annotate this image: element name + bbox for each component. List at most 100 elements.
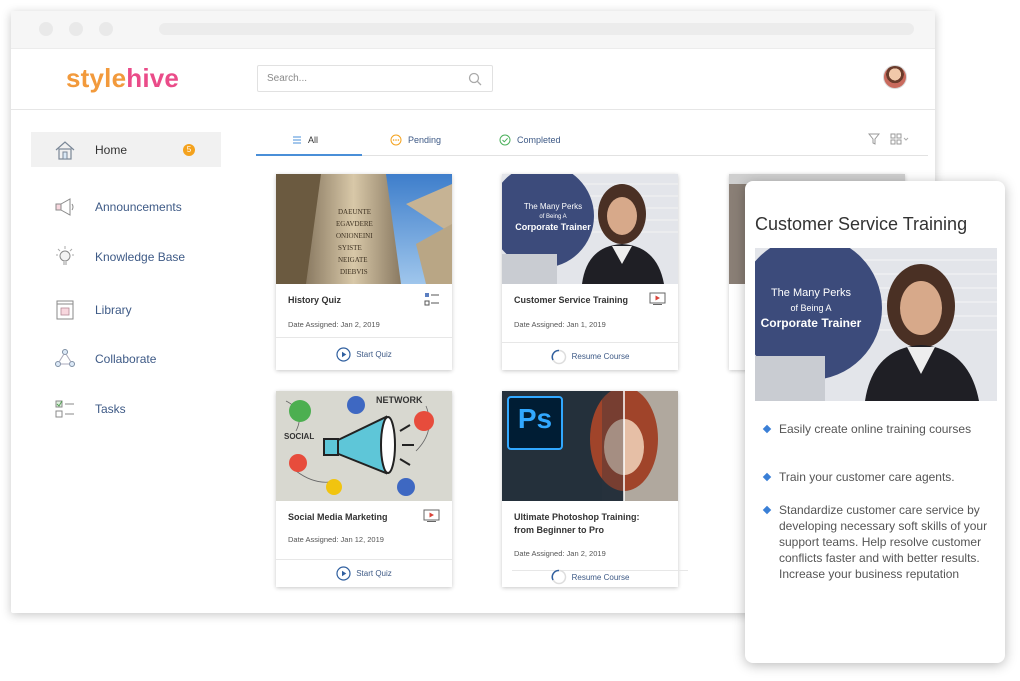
user-avatar[interactable] — [883, 65, 907, 89]
tab-all[interactable]: All — [292, 123, 318, 156]
date-assigned: Date Assigned: Jan 2, 2019 — [288, 320, 380, 329]
megaphone-icon — [53, 195, 77, 219]
list-icon — [292, 135, 302, 145]
svg-text:DIEBVIS: DIEBVIS — [340, 268, 368, 276]
start-quiz-button[interactable]: Start Quiz — [276, 560, 452, 587]
svg-text:NETWORK: NETWORK — [376, 395, 423, 405]
date-value: Jan 1, 2019 — [566, 320, 606, 329]
window-dot-minimize[interactable] — [69, 22, 83, 36]
address-bar[interactable] — [159, 23, 914, 35]
bullet-diamond-icon — [762, 505, 772, 515]
feature-bullet: Standardize customer care service by dev… — [762, 502, 994, 582]
active-tab-indicator — [256, 154, 362, 156]
sidebar-item-tasks[interactable]: Tasks — [31, 391, 221, 426]
home-icon — [53, 138, 77, 162]
date-value: Jan 12, 2019 — [340, 535, 384, 544]
pending-icon — [390, 134, 402, 146]
date-assigned: Date Assigned: Jan 1, 2019 — [514, 320, 606, 329]
sidebar-item-collaborate[interactable]: Collaborate — [31, 341, 221, 376]
svg-text:DAEUNTE: DAEUNTE — [338, 208, 371, 216]
course-title: Customer Service Training — [514, 295, 629, 305]
svg-text:EGAVDERE: EGAVDERE — [336, 220, 373, 228]
bullet-diamond-icon — [762, 472, 772, 482]
window-dot-close[interactable] — [39, 22, 53, 36]
course-title: Ultimate Photoshop Training: from Beginn… — [514, 512, 640, 535]
play-circle-icon — [336, 346, 351, 362]
feature-bullet: Train your customer care agents. — [762, 469, 994, 485]
svg-text:NEIGATE: NEIGATE — [338, 256, 368, 264]
svg-text:ONIONEINI: ONIONEINI — [336, 232, 373, 240]
course-title: Social Media Marketing — [288, 512, 388, 522]
filter-icon[interactable] — [867, 132, 881, 150]
browser-titlebar — [11, 11, 935, 49]
logo-part-style: style — [66, 63, 127, 93]
tab-label: All — [308, 134, 319, 145]
course-detail-popup: Customer Service Training The Many Perks… — [745, 181, 1005, 663]
sidebar-item-label: Announcements — [95, 199, 182, 214]
sidebar-item-announcements[interactable]: Announcements — [31, 189, 221, 224]
thumbnail-caption: The Many Perks of Being A Corporate Trai… — [515, 202, 591, 232]
sidebar-item-label: Library — [95, 302, 132, 317]
bullet-diamond-icon — [762, 424, 772, 434]
course-card-photoshop-training[interactable]: Ps Ultimate Photoshop Training: from Beg… — [502, 391, 688, 587]
tab-completed[interactable]: Completed — [499, 123, 561, 156]
check-circle-icon — [499, 134, 511, 146]
action-label: Start Quiz — [356, 349, 392, 359]
lightbulb-icon — [53, 245, 77, 269]
progress-icon — [551, 569, 567, 585]
start-quiz-button[interactable]: Start Quiz — [276, 338, 452, 370]
popup-image: The Many Perks of Being A Corporate Trai… — [755, 248, 997, 401]
sidebar-item-label: Collaborate — [95, 351, 157, 366]
course-card-history-quiz[interactable]: DAEUNTE EGAVDERE ONIONEINI SYISTE NEIGATE DIE… — [276, 174, 452, 370]
course-card-social-media-marketing[interactable]: NETWORK SOCIAL Social Media Marketing Da… — [276, 391, 452, 587]
svg-text:SOCIAL: SOCIAL — [284, 432, 314, 441]
sidebar-item-label: Home — [95, 142, 128, 157]
course-thumbnail: Ps — [502, 391, 678, 501]
sidebar-item-library[interactable]: Library — [31, 292, 221, 327]
tab-label: Completed — [517, 134, 561, 145]
course-thumbnail: DAEUNTE EGAVDERE ONIONEINI SYISTE NEIGATE DIE… — [276, 174, 452, 284]
notification-badge: 5 — [183, 144, 195, 156]
play-circle-icon — [336, 566, 351, 581]
search-icon[interactable] — [468, 72, 482, 91]
window-dot-maximize[interactable] — [99, 22, 113, 36]
tasks-icon — [53, 397, 77, 421]
course-thumbnail: The Many Perks of Being A Corporate Trai… — [502, 174, 678, 284]
filter-tabs: All Pending Completed — [256, 123, 928, 156]
feature-bullet: Easily create online training courses — [762, 421, 994, 437]
resume-course-button[interactable]: Resume Course — [502, 343, 678, 370]
tab-pending[interactable]: Pending — [390, 123, 441, 156]
video-icon — [649, 292, 666, 310]
course-thumbnail: NETWORK SOCIAL — [276, 391, 452, 501]
network-icon — [53, 347, 77, 371]
search-input[interactable] — [267, 66, 457, 91]
photoshop-logo: Ps — [517, 403, 553, 434]
app-header: stylehive — [11, 49, 935, 110]
view-tools — [867, 132, 910, 150]
tab-label: Pending — [408, 134, 442, 145]
video-icon — [423, 509, 440, 527]
action-label: Resume Course — [571, 572, 630, 582]
logo-part-hive: hive — [126, 63, 180, 93]
sidebar-item-label: Knowledge Base — [95, 249, 186, 264]
resume-course-button[interactable]: Resume Course — [502, 563, 678, 591]
popup-image-caption: The Many Perks of Being A Corporate Trai… — [760, 287, 862, 330]
quiz-icon — [424, 292, 440, 311]
grid-view-icon[interactable] — [890, 132, 910, 150]
course-title: History Quiz — [288, 295, 342, 305]
popup-title: Customer Service Training — [755, 214, 968, 234]
date-assigned: Date Assigned: Jan 2, 2019 — [514, 549, 606, 558]
sidebar-item-home[interactable]: Home 5 — [31, 132, 221, 167]
svg-text:SYISTE: SYISTE — [338, 244, 362, 252]
search-box — [257, 65, 493, 92]
book-icon — [53, 298, 77, 322]
date-value: Jan 2, 2019 — [566, 549, 606, 558]
action-label: Resume Course — [571, 352, 630, 361]
sidebar-item-knowledge-base[interactable]: Knowledge Base — [31, 239, 221, 274]
course-card-customer-service-training[interactable]: The Many Perks of Being A Corporate Trai… — [502, 174, 678, 370]
sidebar-item-label: Tasks — [95, 401, 126, 416]
stylehive-logo[interactable]: stylehive — [66, 63, 179, 94]
date-assigned: Date Assigned: Jan 12, 2019 — [288, 535, 384, 544]
date-value: Jan 2, 2019 — [340, 320, 380, 329]
action-label: Start Quiz — [356, 569, 392, 578]
